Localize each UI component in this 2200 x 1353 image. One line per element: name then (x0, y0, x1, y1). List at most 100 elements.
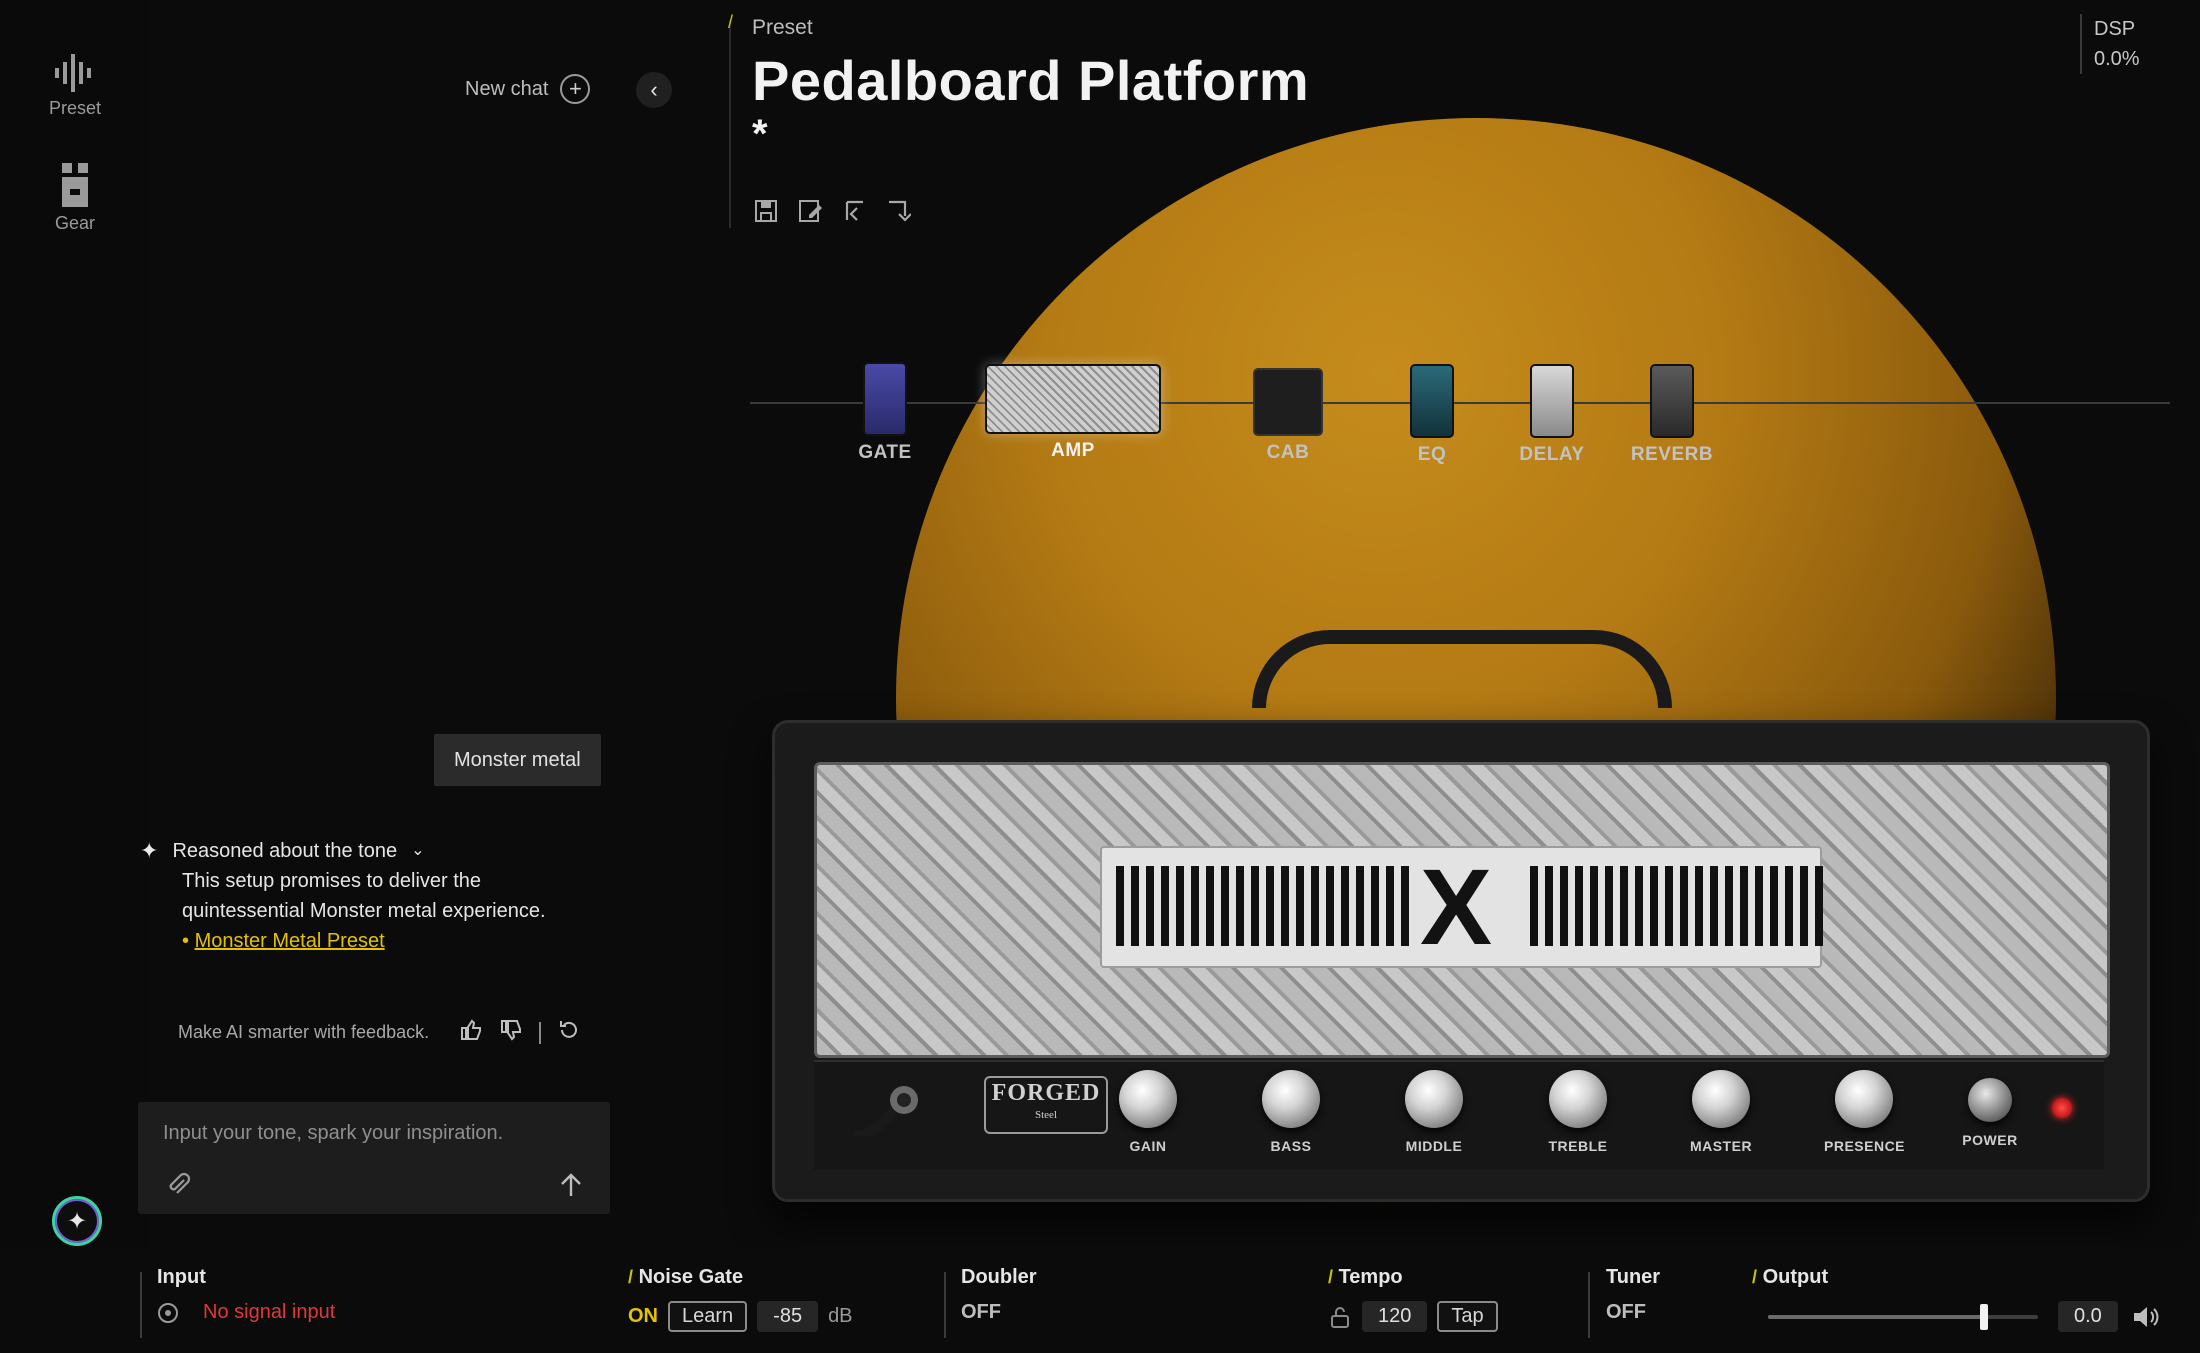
amp-head: X FORGED Steel GAIN BASS MIDDLE TREBLE M… (772, 630, 2150, 1202)
knob-icon (1692, 1070, 1750, 1128)
output-value[interactable]: 0.0 (2058, 1301, 2118, 1332)
ai-response-link-row: • Monster Metal Preset (182, 926, 560, 956)
chevron-left-icon: ‹ (650, 77, 658, 102)
tap-button[interactable]: Tap (1437, 1301, 1498, 1332)
save-as-icon[interactable] (797, 198, 823, 224)
waveform-icon (55, 54, 91, 92)
knob-label: PRESENCE (1824, 1138, 1906, 1154)
tuner-section: Tuner OFF (1606, 1266, 1660, 1324)
accent-slash-icon: / (1752, 1267, 1758, 1287)
output-title: Output (1762, 1266, 1829, 1288)
chain-node-eq[interactable]: EQ (1392, 364, 1472, 466)
chat-input-box[interactable]: Input your tone, spark your inspiration. (138, 1102, 610, 1214)
input-indicator-icon (158, 1302, 178, 1323)
input-title: Input (157, 1266, 206, 1288)
chain-label: GATE (858, 442, 912, 463)
preset-label-text: Preset (752, 16, 813, 39)
sparkle-icon: ✦ (140, 838, 159, 863)
accent-slash-icon: / (628, 1267, 634, 1287)
collapse-chat-button[interactable]: ‹ (636, 72, 672, 108)
header-divider (729, 20, 731, 228)
power-switch[interactable]: POWER (1950, 1070, 2030, 1148)
sidebar-item-preset[interactable]: Preset (0, 54, 150, 119)
power-led-icon (2052, 1098, 2072, 1118)
chain-label: REVERB (1630, 444, 1714, 465)
preset-title[interactable]: Pedalboard Platform (752, 48, 1309, 113)
gear-stack-icon (62, 163, 88, 207)
attach-icon[interactable] (166, 1172, 192, 1203)
section-divider (140, 1272, 142, 1338)
tuner-toggle[interactable]: OFF (1606, 1301, 1646, 1324)
knob-gain[interactable]: GAIN (1108, 1070, 1188, 1154)
chain-node-gate[interactable]: GATE (840, 362, 930, 464)
chain-node-cab[interactable]: CAB (1248, 368, 1328, 464)
regenerate-icon[interactable] (557, 1018, 581, 1047)
learn-button[interactable]: Learn (668, 1301, 748, 1332)
thumbs-up-icon[interactable] (459, 1018, 483, 1047)
knob-icon (1262, 1070, 1320, 1128)
thumbs-down-icon[interactable] (499, 1018, 523, 1047)
tempo-section: / Tempo 120 Tap (1328, 1266, 1498, 1332)
preset-toolbar (753, 198, 911, 224)
chain-label: CAB (1266, 442, 1310, 463)
knob-middle[interactable]: MIDDLE (1394, 1070, 1474, 1154)
sidebar-item-gear[interactable]: Gear (0, 163, 150, 234)
ai-assistant-button[interactable]: ✦ (52, 1196, 102, 1246)
eq-pedal-icon (1410, 364, 1454, 438)
export-icon[interactable] (885, 198, 911, 224)
import-icon[interactable] (841, 198, 867, 224)
knob-label: MIDDLE (1405, 1138, 1463, 1154)
noise-gate-controls: ON Learn -85 dB (628, 1301, 853, 1332)
knob-presence[interactable]: PRESENCE (1824, 1070, 1906, 1154)
preset-section-label: / Preset (728, 12, 813, 40)
bullet-icon: • (182, 930, 190, 952)
new-chat-button[interactable]: New chat + (465, 74, 591, 104)
input-status-row: No signal input (157, 1301, 335, 1324)
accent-slash-icon: / (1328, 1267, 1334, 1287)
threshold-input[interactable]: -85 (757, 1301, 819, 1332)
doubler-title: Doubler (961, 1266, 1037, 1288)
accent-slash-icon: / (728, 12, 734, 32)
knob-bass[interactable]: BASS (1251, 1070, 1331, 1154)
dsp-label: DSP (2094, 18, 2136, 40)
knob-treble[interactable]: TREBLE (1538, 1070, 1618, 1154)
grille-bars-right (1530, 866, 1823, 946)
amp-grille: X (1100, 846, 1823, 968)
send-icon[interactable] (558, 1172, 584, 1203)
chain-node-delay[interactable]: DELAY (1510, 364, 1594, 466)
noise-gate-toggle[interactable]: ON (628, 1305, 658, 1328)
save-icon[interactable] (753, 198, 779, 224)
knob-label: GAIN (1129, 1138, 1167, 1154)
lock-open-icon[interactable] (1328, 1305, 1352, 1329)
threshold-unit: dB (828, 1305, 853, 1327)
sidebar-item-label: Preset (48, 98, 102, 118)
noise-gate-section: / Noise Gate ON Learn -85 dB (628, 1266, 853, 1332)
power-label: POWER (1962, 1132, 2018, 1148)
amp-x-logo: X (1420, 846, 1493, 967)
new-chat-label: New chat (465, 77, 549, 100)
output-slider-fill (1768, 1314, 1984, 1319)
reasoning-toggle[interactable]: ✦ Reasoned about the tone ⌄ (140, 836, 560, 866)
output-slider[interactable] (1768, 1303, 2038, 1330)
ai-response-text: This setup promises to deliver the quint… (182, 870, 546, 922)
output-slider-thumb[interactable] (1980, 1303, 1988, 1330)
brand-sub: Steel (1035, 1109, 1057, 1121)
cab-icon (1253, 368, 1323, 436)
dsp-meter: DSP 0.0% (2080, 14, 2140, 74)
output-section: / Output 0.0 (1752, 1266, 2160, 1332)
noise-gate-title: Noise Gate (638, 1266, 744, 1288)
tempo-input[interactable]: 120 (1362, 1301, 1428, 1332)
knob-label: TREBLE (1548, 1138, 1608, 1154)
chain-node-reverb[interactable]: REVERB (1624, 364, 1720, 466)
doubler-toggle[interactable]: OFF (961, 1301, 1001, 1324)
tuner-title: Tuner (1606, 1266, 1661, 1288)
knob-master[interactable]: MASTER (1681, 1070, 1761, 1154)
speaker-icon[interactable] (2132, 1304, 2160, 1330)
knob-icon (1119, 1070, 1177, 1128)
doubler-section: Doubler OFF (961, 1266, 1037, 1324)
plus-icon: + (560, 74, 591, 104)
knob-icon (1835, 1070, 1893, 1128)
chain-node-amp[interactable]: AMP (984, 364, 1162, 462)
knob-label: BASS (1270, 1138, 1312, 1154)
monster-metal-preset-link[interactable]: Monster Metal Preset (195, 930, 385, 952)
